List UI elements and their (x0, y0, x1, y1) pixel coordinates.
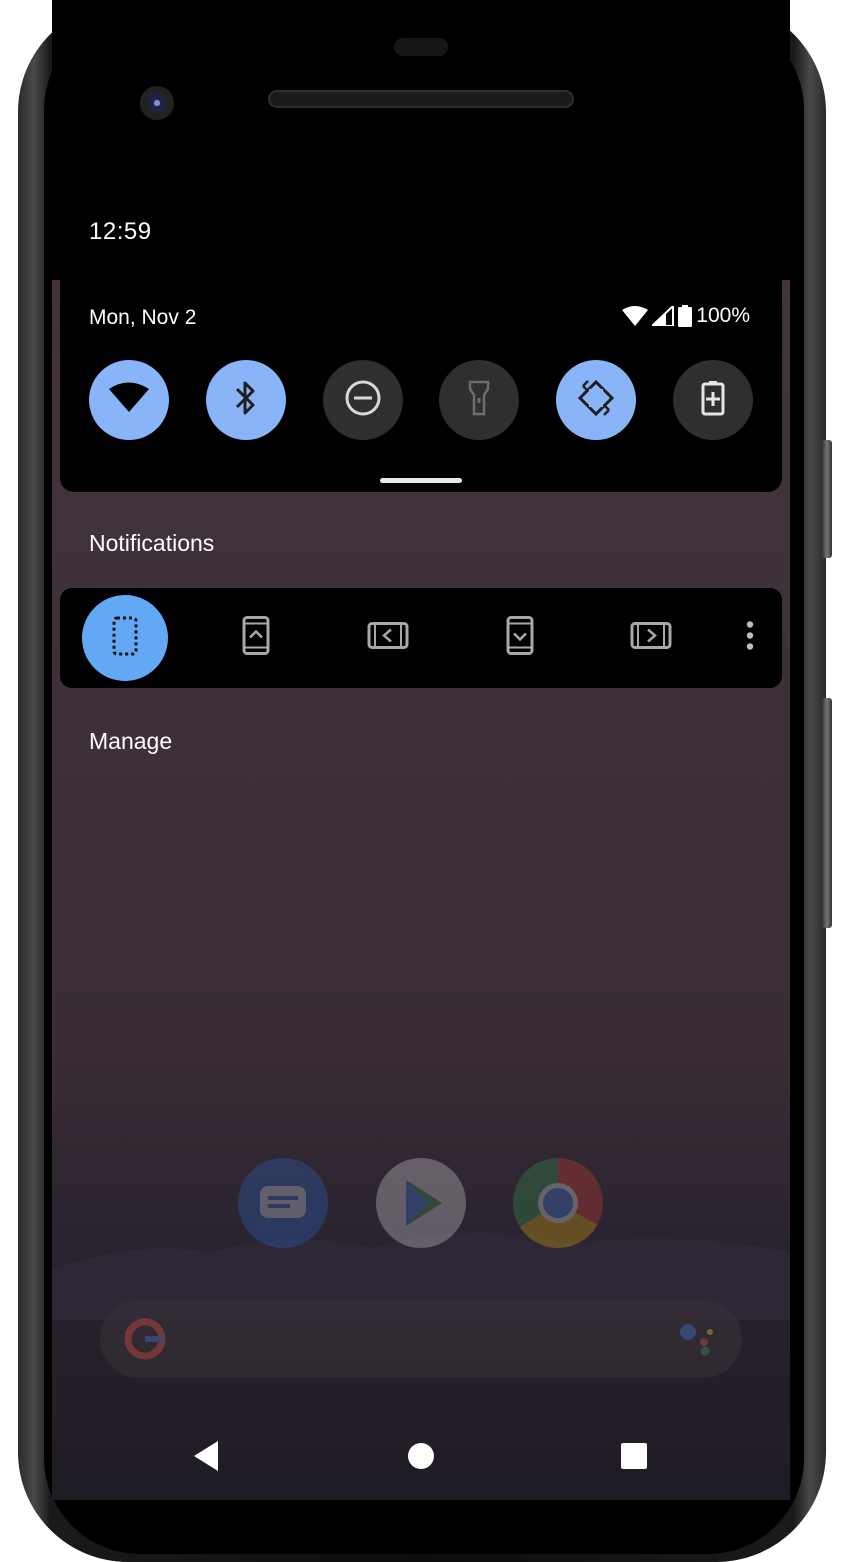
quick-settings-panel: Mon, Nov 2 100% (60, 278, 782, 492)
battery-percent: 100% (696, 304, 750, 327)
recents-icon (620, 1442, 648, 1475)
chrome-app-icon[interactable] (513, 1158, 603, 1248)
status-icons: 100% (622, 304, 750, 328)
expand-handle[interactable] (380, 478, 462, 483)
flashlight-tile[interactable] (439, 360, 520, 440)
auto-rotate-tile[interactable] (556, 360, 637, 440)
home-icon (407, 1442, 435, 1475)
portrait-icon (242, 616, 270, 661)
home-button[interactable] (403, 1440, 439, 1476)
rotation-free-icon (112, 616, 138, 661)
back-button[interactable] (188, 1440, 224, 1476)
manage-button[interactable]: Manage (89, 728, 172, 755)
rotation-option-free[interactable] (82, 595, 168, 681)
battery-saver-icon (701, 380, 725, 421)
recents-button[interactable] (616, 1440, 652, 1476)
notifications-header: Notifications (89, 530, 215, 556)
quick-settings-tiles (89, 360, 753, 440)
bluetooth-tile[interactable] (205, 360, 286, 440)
battery-saver-tile[interactable] (672, 360, 753, 440)
portrait-reverse-icon (506, 616, 534, 661)
date-label[interactable]: Mon, Nov 2 (89, 306, 196, 330)
rotation-option-landscape-left[interactable] (367, 622, 409, 655)
battery-icon (678, 305, 693, 327)
do-not-disturb-icon (344, 379, 382, 422)
more-options-button[interactable] (746, 621, 754, 656)
google-g-icon (122, 1316, 168, 1367)
speaker-grille (268, 90, 574, 108)
do-not-disturb-tile[interactable] (322, 360, 403, 440)
landscape-left-icon (367, 622, 409, 655)
play-store-app-icon[interactable] (376, 1158, 466, 1248)
front-camera (140, 86, 174, 120)
auto-rotate-icon (576, 378, 616, 423)
wifi-icon (108, 382, 150, 419)
wifi-signal-icon (622, 306, 649, 326)
back-icon (192, 1440, 220, 1477)
bluetooth-icon (232, 379, 260, 422)
google-search-bar[interactable] (100, 1300, 742, 1378)
navigation-bar (52, 1410, 790, 1500)
more-vert-icon (746, 621, 754, 656)
assistant-icon (676, 1318, 720, 1363)
rotation-option-portrait[interactable] (242, 616, 270, 661)
power-button (822, 440, 832, 558)
rotation-option-portrait-reverse[interactable] (506, 616, 534, 661)
cell-signal-icon (652, 306, 675, 326)
wifi-tile[interactable] (89, 360, 169, 440)
screen: 12:59 Mon, Nov 2 100% Notifications Mana… (52, 0, 790, 1500)
rotation-notification-card (60, 588, 782, 688)
messages-app-icon[interactable] (238, 1158, 328, 1248)
flashlight-icon (467, 380, 491, 421)
landscape-right-icon (630, 622, 672, 655)
volume-button (822, 698, 832, 928)
earpiece-top (394, 38, 448, 56)
rotation-option-landscape-right[interactable] (630, 622, 672, 655)
status-clock: 12:59 (89, 218, 152, 245)
